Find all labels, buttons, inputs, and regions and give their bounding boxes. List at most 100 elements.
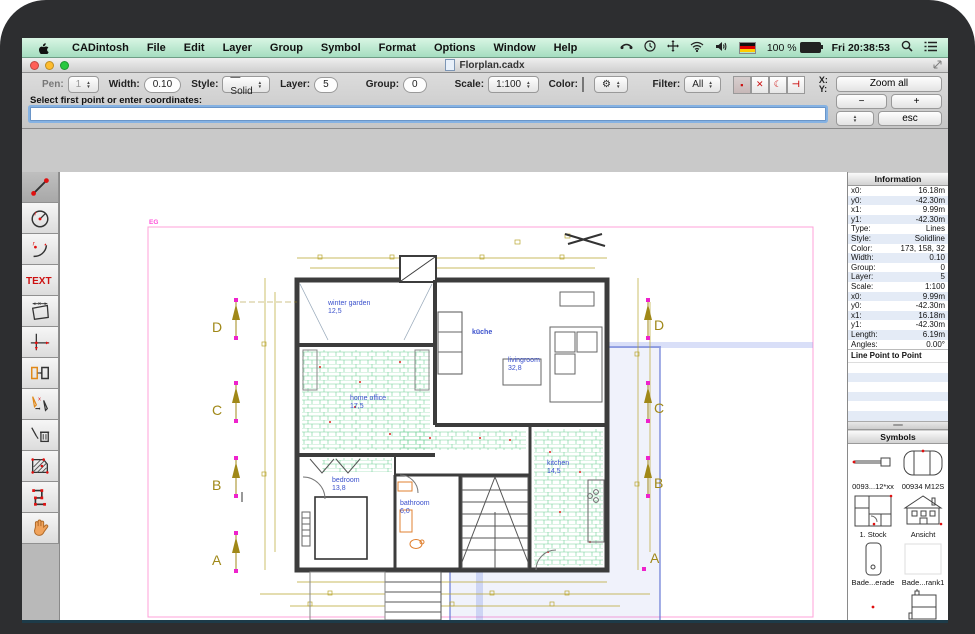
- filter-dropdown[interactable]: All▲▼: [684, 76, 721, 93]
- layer-label: Layer:: [280, 79, 310, 90]
- zoom-in-button[interactable]: +: [891, 94, 942, 109]
- exterior-stairs: [310, 572, 441, 620]
- info-row: y0:-42.30m: [848, 301, 948, 311]
- history-stepper[interactable]: ▲▼: [836, 111, 874, 126]
- pen-stepper[interactable]: 1▲▼: [68, 76, 99, 93]
- menu-file[interactable]: File: [138, 42, 175, 54]
- info-row: Layer:5: [848, 272, 948, 282]
- phone-icon[interactable]: [620, 41, 633, 55]
- symbol-item[interactable]: Bade...rank1: [898, 540, 948, 588]
- resize-icon[interactable]: [933, 60, 942, 72]
- menubar-clock[interactable]: Fri 20:38:53: [832, 42, 890, 54]
- svg-text:C: C: [654, 400, 664, 416]
- menu-layer[interactable]: Layer: [214, 42, 261, 54]
- menu-format[interactable]: Format: [370, 42, 425, 54]
- gear-dropdown[interactable]: ⚙▲▼: [594, 76, 628, 93]
- svg-text:winter garden: winter garden: [327, 300, 371, 307]
- hand-icon: [29, 517, 51, 539]
- esc-button[interactable]: esc: [878, 111, 942, 126]
- zoom-all-button[interactable]: Zoom all: [836, 76, 942, 92]
- dimension-icon: x: [29, 300, 51, 322]
- copy-shape-icon: [29, 362, 51, 384]
- info-row: Length:6.19m: [848, 330, 948, 340]
- toolbar: Pen: 1▲▼ Width: 0.10 Style: — Solid▲▼ La…: [22, 73, 948, 129]
- command-prompt-label: Select first point or enter coordinates:: [30, 95, 942, 106]
- text-tool-button[interactable]: TEXT: [22, 265, 59, 296]
- symbol-item[interactable]: 00934 M12S: [898, 444, 948, 492]
- scale-dropdown[interactable]: 1:100▲▼: [488, 76, 539, 93]
- snap-intersection-toggle[interactable]: ✕: [751, 76, 769, 94]
- snap-point-toggle[interactable]: ▪: [733, 76, 751, 94]
- svg-text:17,5: 17,5: [350, 403, 364, 410]
- information-header[interactable]: Information: [848, 172, 948, 186]
- hatch-tool-button[interactable]: [22, 451, 59, 482]
- line-tool-button[interactable]: [22, 172, 59, 203]
- symbol-item[interactable]: Bett: [898, 588, 948, 620]
- menu-app[interactable]: CADintosh: [63, 42, 138, 54]
- filter-value: All: [692, 78, 703, 92]
- edit-points-tool-button[interactable]: x: [22, 389, 59, 420]
- width-field[interactable]: 0.10: [144, 77, 181, 93]
- menu-window[interactable]: Window: [485, 42, 545, 54]
- panel-splitter[interactable]: [848, 421, 948, 430]
- titlebar[interactable]: Florplan.cadx: [22, 58, 948, 73]
- style-dropdown[interactable]: — Solid▲▼: [222, 76, 270, 93]
- svg-text:bedroom: bedroom: [332, 477, 360, 484]
- menu-symbol[interactable]: Symbol: [312, 42, 370, 54]
- coordinate-input[interactable]: [30, 107, 826, 121]
- bed-symbol-icon: [906, 589, 940, 620]
- move-cursor-icon[interactable]: [667, 40, 679, 55]
- spotlight-search-icon[interactable]: [901, 40, 913, 55]
- circle-tool-button[interactable]: r: [22, 203, 59, 234]
- color-swatch[interactable]: [582, 77, 584, 92]
- menu-help[interactable]: Help: [545, 42, 587, 54]
- zoom-out-button[interactable]: −: [836, 94, 887, 109]
- layer-field[interactable]: 5: [314, 77, 338, 93]
- svg-text:kitchen: kitchen: [547, 460, 569, 467]
- minimize-window-button[interactable]: [45, 61, 54, 70]
- symbol-item[interactable]: Bade...erade: [848, 540, 898, 588]
- zoom-window-button[interactable]: [60, 61, 69, 70]
- menu-options[interactable]: Options: [425, 42, 485, 54]
- close-window-button[interactable]: [30, 61, 39, 70]
- symbol-item[interactable]: Balke...*90d: [848, 588, 898, 620]
- svg-text:6,0: 6,0: [400, 508, 410, 515]
- delete-tool-button[interactable]: [22, 420, 59, 451]
- right-panel: Information x0:16.18m y0:-42.30m x1:9.99…: [847, 172, 948, 620]
- svg-text:bathroom: bathroom: [400, 500, 430, 507]
- german-flag-icon[interactable]: [739, 42, 756, 54]
- delete-trash-icon: [29, 424, 51, 446]
- arc-tool-button[interactable]: r: [22, 234, 59, 265]
- group-field[interactable]: 0: [403, 77, 427, 93]
- svg-text:livingroom: livingroom: [508, 357, 540, 364]
- symbol-item[interactable]: 0093...12*xx: [848, 444, 898, 492]
- svg-text:14,5: 14,5: [547, 468, 561, 475]
- battery-indicator[interactable]: 100 %: [767, 42, 821, 54]
- dimension-tool-button[interactable]: x: [22, 296, 59, 327]
- snap-endpoint-toggle[interactable]: ⊣: [787, 76, 805, 94]
- copy-symbol-tool-button[interactable]: [22, 358, 59, 389]
- style-value: — Solid: [230, 71, 252, 99]
- bathtub-symbol-icon: [858, 541, 888, 577]
- axis-tool-button[interactable]: [22, 327, 59, 358]
- staircase: [462, 477, 528, 568]
- symbol-item[interactable]: 1. Stock: [848, 492, 898, 540]
- menubar: CADintosh File Edit Layer Group Symbol F…: [22, 38, 948, 58]
- info-row: x1:16.18m: [848, 311, 948, 321]
- wifi-icon[interactable]: [690, 41, 704, 55]
- drawing-canvas[interactable]: EG: [60, 172, 847, 620]
- menu-edit[interactable]: Edit: [175, 42, 214, 54]
- menu-group[interactable]: Group: [261, 42, 312, 54]
- pan-tool-button[interactable]: [22, 513, 59, 544]
- notification-list-icon[interactable]: [924, 41, 938, 55]
- svg-text:B: B: [212, 477, 221, 493]
- volume-icon[interactable]: [715, 41, 728, 55]
- apple-menu-icon[interactable]: [38, 41, 49, 54]
- polyline-tool-button[interactable]: [22, 482, 59, 513]
- symbol-item[interactable]: Ansicht: [898, 492, 948, 540]
- snap-center-toggle[interactable]: ☾: [769, 76, 787, 94]
- symbols-header[interactable]: Symbols: [848, 430, 948, 444]
- svg-text:A: A: [212, 552, 222, 568]
- sync-clock-icon[interactable]: [644, 40, 656, 55]
- line-icon: [29, 176, 51, 198]
